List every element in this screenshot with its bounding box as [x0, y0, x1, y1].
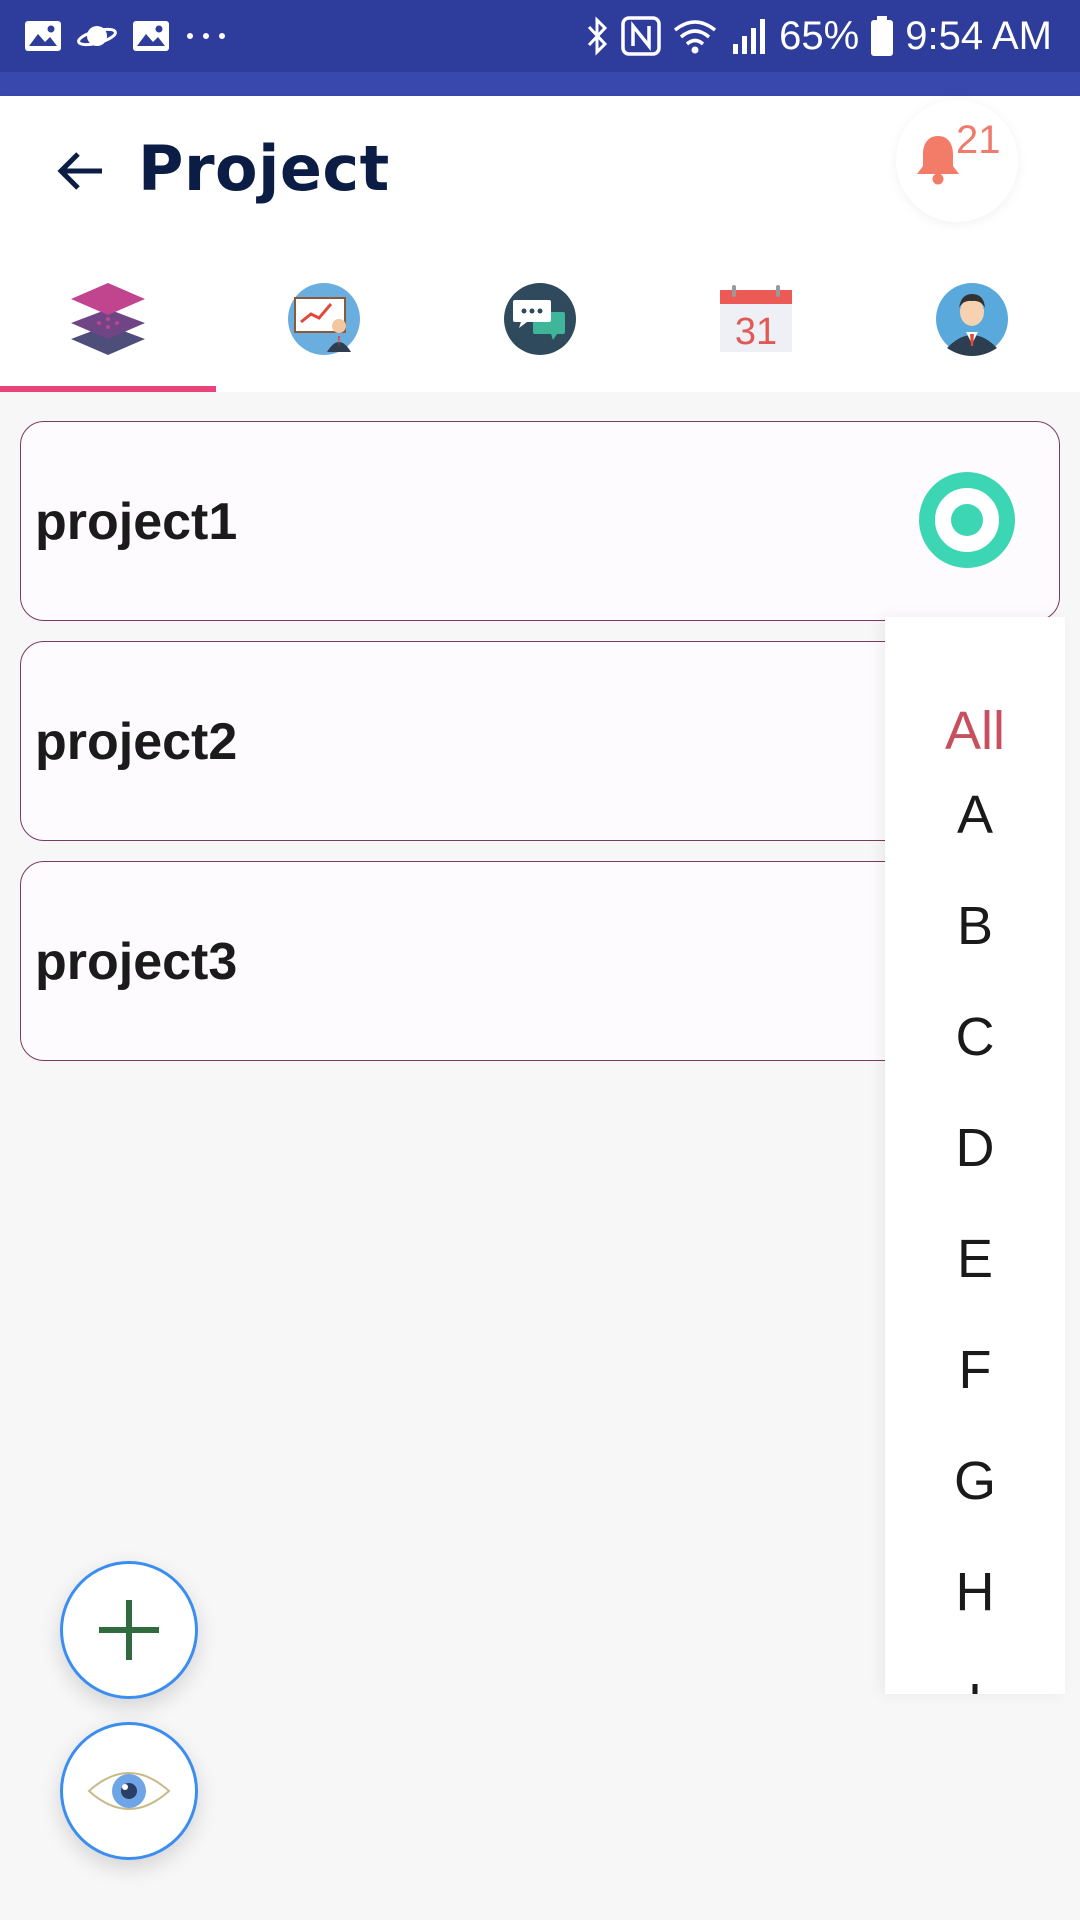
wifi-icon	[671, 16, 719, 56]
tab-profile[interactable]	[864, 246, 1080, 392]
alphabet-index: All A B C D E F G H I	[885, 617, 1065, 1694]
signal-icon	[729, 16, 769, 56]
saturn-icon	[76, 20, 118, 52]
status-left-icons	[24, 20, 228, 52]
back-button[interactable]	[50, 144, 110, 198]
arrow-left-icon	[57, 152, 102, 190]
page-title: Project	[138, 132, 390, 205]
calendar-icon: 31	[720, 285, 792, 353]
alpha-letter[interactable]: I	[885, 1672, 1065, 1694]
alpha-letter[interactable]: F	[885, 1339, 1065, 1401]
calendar-day: 31	[735, 311, 777, 353]
layers-icon	[71, 283, 145, 355]
status-right-icons: 65% 9:54 AM	[585, 14, 1052, 59]
bluetooth-icon	[585, 16, 611, 56]
bell-icon	[917, 136, 959, 185]
header-accent-strip	[0, 72, 1080, 96]
alpha-letter[interactable]: D	[885, 1117, 1065, 1179]
chat-icon	[504, 283, 576, 355]
alpha-letter[interactable]: H	[885, 1561, 1065, 1623]
alpha-letter[interactable]: C	[885, 1006, 1065, 1068]
alpha-all[interactable]: All	[885, 700, 1065, 762]
battery-icon	[869, 15, 895, 57]
project-name: project2	[35, 713, 238, 771]
presentation-icon	[288, 283, 360, 355]
tab-presentation[interactable]	[216, 246, 432, 392]
status-bar: 65% 9:54 AM	[0, 0, 1080, 72]
radio-dot	[951, 504, 983, 536]
user-avatar-icon	[936, 283, 1008, 356]
more-dots-icon	[184, 30, 228, 42]
battery-percent: 65%	[779, 13, 860, 58]
project-name: project3	[35, 933, 238, 991]
tab-bar: 31	[0, 246, 1080, 392]
alpha-letter[interactable]: B	[885, 895, 1065, 957]
image-icon	[132, 20, 170, 52]
app-header: Project 21	[0, 96, 1080, 246]
view-button[interactable]	[60, 1722, 198, 1860]
image-icon	[24, 20, 62, 52]
eye-icon	[87, 1772, 171, 1810]
add-project-button[interactable]	[60, 1561, 198, 1699]
plus-icon	[99, 1600, 159, 1660]
selected-radio-icon[interactable]	[919, 472, 1015, 568]
clock: 9:54 AM	[905, 13, 1052, 58]
project-name: project1	[35, 493, 238, 551]
notification-count: 21	[956, 118, 1001, 162]
tab-projects[interactable]	[0, 246, 216, 392]
alpha-letter[interactable]: E	[885, 1228, 1065, 1290]
nfc-icon	[621, 16, 661, 56]
notifications-button[interactable]: 21	[896, 100, 1018, 222]
tab-chat[interactable]	[432, 246, 648, 392]
tab-calendar[interactable]: 31	[648, 246, 864, 392]
project-card[interactable]: project1	[20, 421, 1060, 621]
alpha-letter[interactable]: G	[885, 1450, 1065, 1512]
alpha-letter[interactable]: A	[885, 784, 1065, 846]
